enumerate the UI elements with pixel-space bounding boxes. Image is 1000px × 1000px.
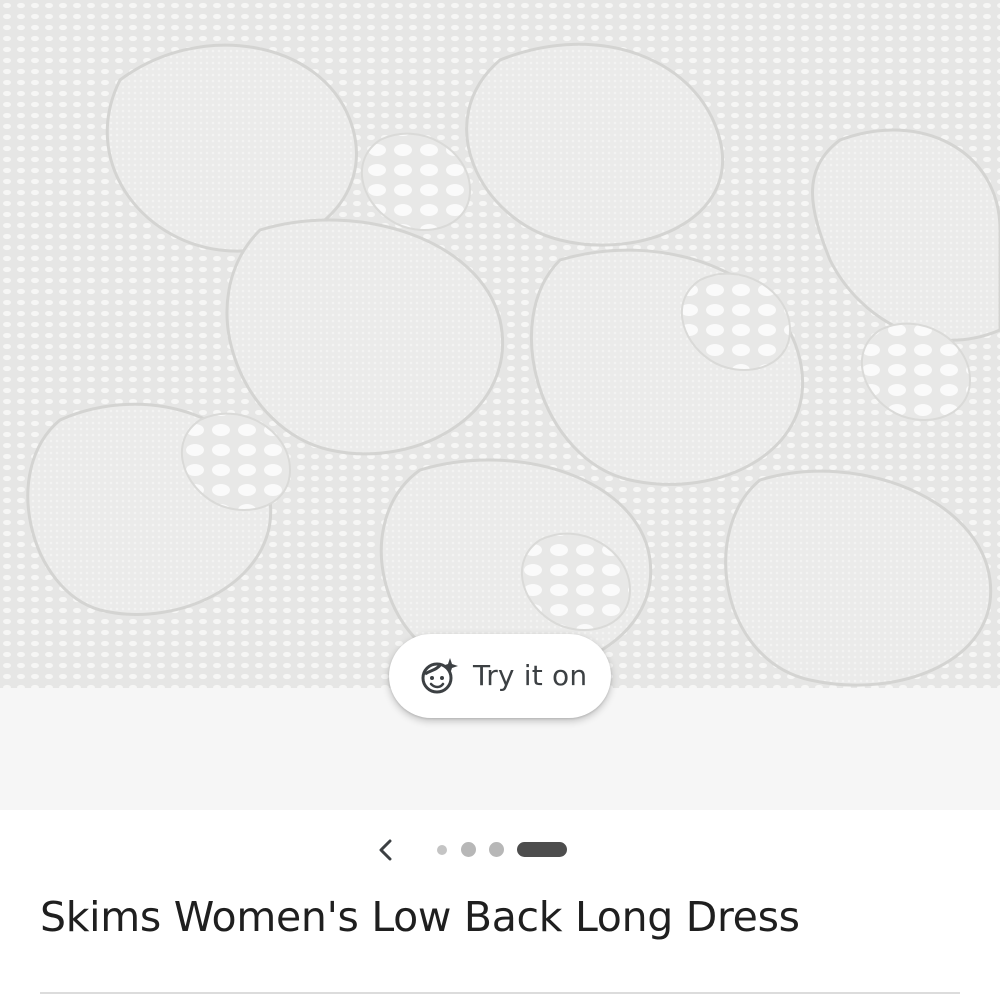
carousel-dot-active[interactable] — [517, 842, 567, 857]
chevron-left-icon[interactable] — [366, 834, 406, 866]
carousel-dot[interactable] — [461, 842, 476, 857]
try-it-on-label: Try it on — [473, 659, 588, 692]
product-image[interactable] — [0, 0, 1000, 688]
carousel-nav — [0, 820, 1000, 880]
product-title: Skims Women's Low Back Long Dress — [40, 893, 800, 941]
lace-fabric-image — [0, 0, 1000, 688]
face-sparkle-icon — [421, 658, 458, 694]
divider — [40, 992, 960, 994]
carousel-dot[interactable] — [437, 845, 447, 855]
try-it-on-button[interactable]: Try it on — [389, 634, 611, 718]
carousel-dot[interactable] — [489, 842, 504, 857]
